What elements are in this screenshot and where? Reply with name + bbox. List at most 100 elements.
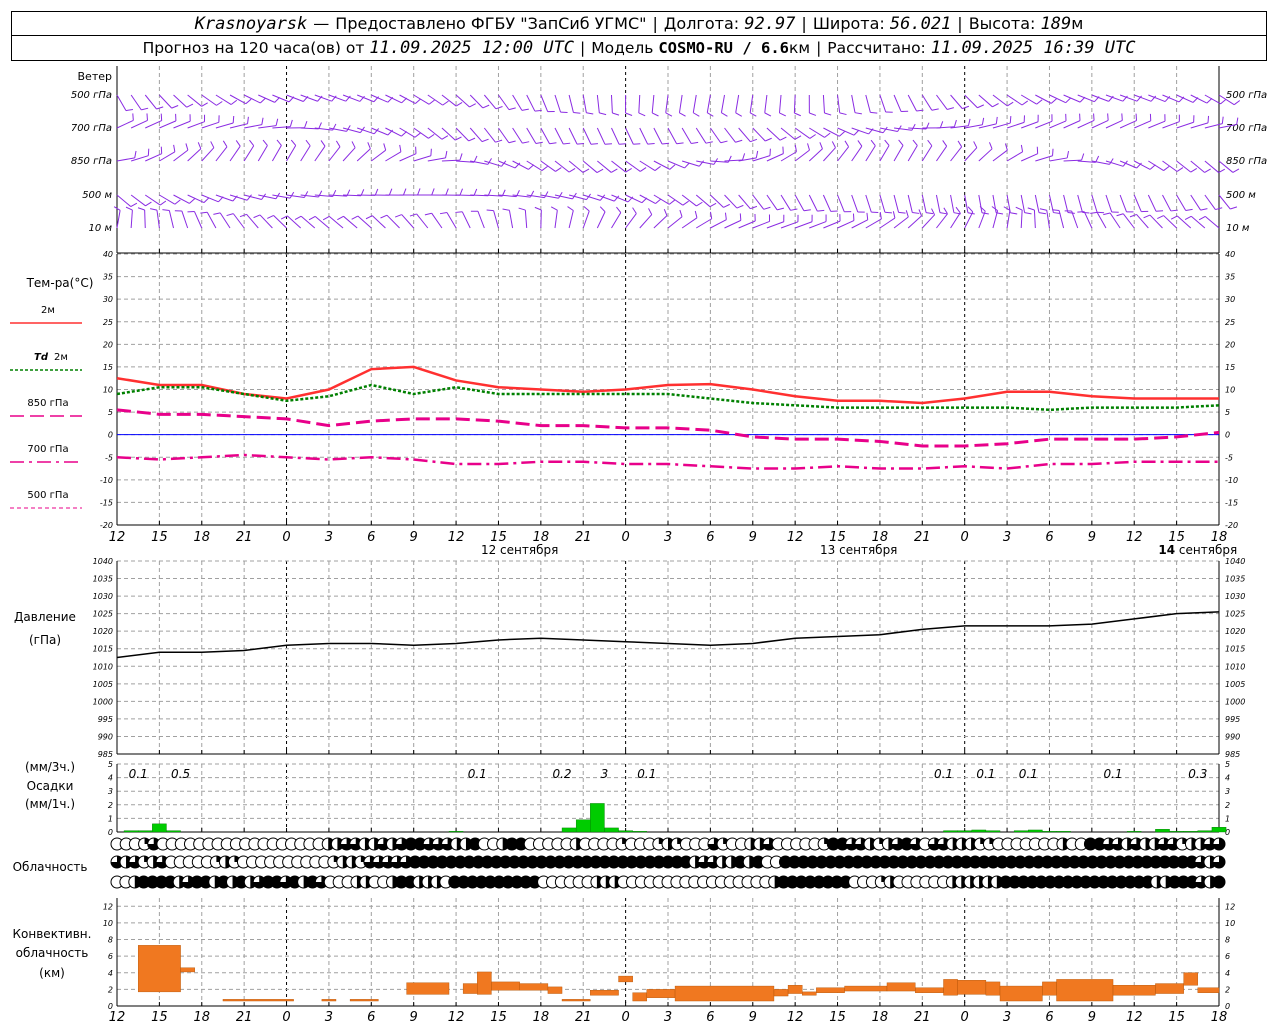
wind-barb-flag	[898, 139, 904, 146]
wind-barb	[766, 153, 784, 162]
precip-ytick-left: 1	[108, 814, 113, 823]
wind-barb	[300, 94, 318, 102]
wind-barb	[950, 212, 961, 229]
wind-barb	[1105, 119, 1123, 129]
wind-barb	[431, 212, 443, 229]
wind-barb	[540, 127, 550, 145]
precip-bar	[1028, 829, 1043, 833]
wind-barb	[187, 194, 205, 204]
cloud-title: Облачность	[13, 860, 88, 874]
convective-layer	[1155, 983, 1184, 994]
wind-barb-flag	[1233, 100, 1241, 106]
temp-x-tick-label: 12	[1126, 530, 1143, 545]
wind-barb-flag	[1157, 215, 1164, 220]
wind-barb	[130, 94, 142, 111]
wind-barb-flag	[973, 141, 978, 148]
wind-barb	[1190, 194, 1201, 211]
convective-layer	[886, 982, 916, 992]
convective-layer	[646, 989, 676, 998]
wind-barb	[328, 94, 346, 102]
wind-barb	[695, 127, 707, 144]
wind-barb-flag	[1230, 206, 1238, 210]
precip-ytick-left: 2	[108, 801, 113, 810]
temp-x-tick-label: 9	[410, 530, 418, 545]
wind-barb-flag	[655, 198, 662, 204]
convective-x-tick-label: 0	[961, 1010, 969, 1024]
wind-barb-flag	[145, 201, 152, 207]
wind-barb	[201, 194, 219, 203]
wind-barb-flag	[898, 211, 906, 214]
temp-ytick-right: 25	[1225, 318, 1235, 327]
wind-barb-flag	[159, 200, 167, 206]
convective-x-tick-label: 21	[575, 1010, 592, 1024]
wind-barb	[978, 148, 993, 162]
wind-barb	[879, 217, 896, 229]
wind-barb-flag	[459, 188, 463, 196]
legend-td-symbol: Td	[34, 352, 49, 363]
wind-barb	[540, 94, 549, 112]
wind-barb-flag	[882, 126, 888, 134]
wind-barb-flag	[428, 133, 435, 139]
wind-barb-flag	[186, 103, 194, 108]
wind-barb-flag	[132, 113, 134, 121]
convective-x-tick-label: 6	[367, 1010, 375, 1024]
wind-barb-flag	[977, 104, 985, 109]
temp-x-tick-label: 0	[621, 530, 629, 545]
wind-barb-flag	[668, 199, 676, 205]
wind-barb	[992, 149, 1008, 162]
temp-x-tick-label: 21	[914, 530, 931, 545]
wind-barb-flag	[942, 140, 948, 147]
wind-barb-flag	[203, 197, 210, 203]
temp-ytick-left: 40	[103, 250, 113, 259]
wind-barb-flag	[550, 206, 558, 211]
convective-x-tick-label: 21	[236, 1010, 253, 1024]
precip-unit-1h: (мм/1ч.)	[25, 797, 75, 811]
wind-barb-flag	[1207, 115, 1210, 123]
wind-barb	[257, 145, 268, 162]
wind-barb-flag	[305, 139, 311, 147]
wind-barb	[1091, 194, 1098, 213]
temp-x-tick-label: 12	[448, 530, 465, 545]
convective-layer	[1056, 979, 1114, 1002]
wind-barb-flag	[586, 112, 594, 115]
wind-barb-flag	[495, 106, 503, 110]
wind-barb-flag	[962, 105, 970, 110]
temp-ytick-left: 5	[108, 408, 113, 417]
wind-barb	[1035, 155, 1053, 162]
wind-barb	[1020, 94, 1037, 105]
wind-barb	[653, 160, 671, 170]
temp-ytick-right: 15	[1225, 363, 1235, 372]
precip-bar	[1211, 827, 1227, 833]
wind-barb-flag	[946, 107, 954, 110]
wind-barb	[401, 214, 415, 229]
pressure-ytick-left: 1040	[93, 557, 113, 566]
wind-barb	[243, 94, 261, 104]
pressure-ytick-left: 990	[98, 732, 113, 741]
wind-barb-flag	[884, 139, 890, 146]
wind-barb	[181, 210, 189, 229]
wind-barb-flag	[679, 112, 686, 117]
wind-barb-flag	[213, 212, 221, 215]
wind-barb-flag	[750, 205, 758, 210]
wind-barb	[159, 194, 176, 205]
wind-barb	[1190, 122, 1209, 129]
wind-barb	[144, 194, 161, 206]
wind-barb-flag	[1021, 100, 1029, 106]
wind-barb-flag	[216, 101, 223, 106]
wind-barb	[907, 194, 913, 213]
wind-barb	[446, 212, 457, 229]
wind-barb-flag	[911, 123, 916, 131]
wind-barb	[173, 149, 189, 162]
wind-barb	[667, 216, 683, 229]
wind-barb	[461, 211, 471, 229]
convective-layer	[561, 999, 591, 1002]
wind-barb	[681, 127, 692, 144]
precip-bar	[632, 831, 648, 833]
wind-barb	[385, 151, 402, 162]
wind-barb-flag	[682, 200, 689, 206]
convective-layer	[137, 945, 181, 993]
precip-bar	[957, 830, 972, 833]
wind-barb-flag	[201, 102, 208, 107]
temp-ytick-left: -5	[105, 453, 113, 462]
wind-barb-flag	[790, 208, 798, 211]
